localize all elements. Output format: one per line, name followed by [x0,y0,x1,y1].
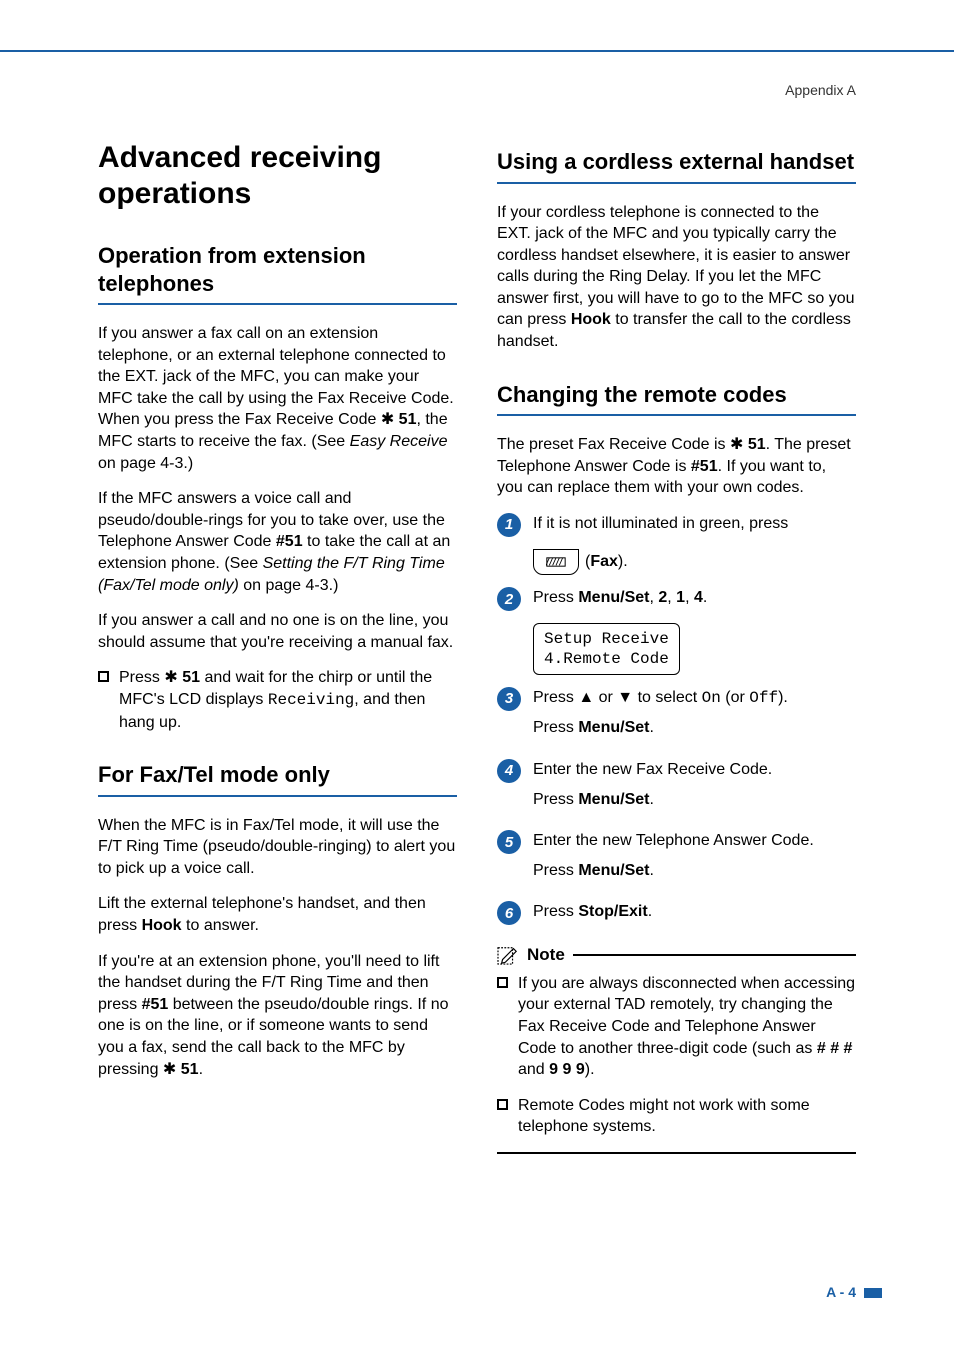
step-body: Press Stop/Exit. [533,901,856,931]
note-item: Remote Codes might not work with some te… [497,1095,856,1138]
step-number-icon: 5 [497,830,521,854]
left-column: Advanced receiving operations Operation … [98,140,457,1154]
note-pencil-icon [497,945,519,965]
note-divider [497,1152,856,1154]
step-2: 2 Press Menu/Set, 2, 1, 4. Setup Receive… [497,587,856,675]
paragraph: If you're at an extension phone, you'll … [98,951,457,1081]
fax-key-illustration: (Fax). [533,549,628,575]
step-body: Press Menu/Set, 2, 1, 4. Setup Receive 4… [533,587,856,675]
section-changing-remote-codes: Changing the remote codes [497,381,856,417]
step-4: 4 Enter the new Fax Receive Code. Press … [497,759,856,818]
step-number-icon: 1 [497,513,521,537]
note-divider [573,954,856,956]
paragraph: If you answer a call and no one is on th… [98,610,457,653]
square-bullet-icon [497,1099,508,1110]
paragraph: If you answer a fax call on an extension… [98,323,457,474]
paragraph: The preset Fax Receive Code is ✱ 51. The… [497,434,856,499]
star-icon: ✱ [381,411,399,428]
note-text: Remote Codes might not work with some te… [518,1095,856,1138]
step-body: Enter the new Telephone Answer Code. Pre… [533,830,856,889]
step-body: Enter the new Fax Receive Code. Press Me… [533,759,856,818]
star-icon: ✱ [730,436,748,453]
page-number: A - 4 [826,1284,856,1300]
note-item: If you are always disconnected when acce… [497,973,856,1081]
step-number-icon: 2 [497,587,521,611]
step-1: 1 If it is not illuminated in green, pre… [497,513,856,575]
top-divider [0,50,954,52]
square-bullet-icon [497,977,508,988]
paragraph: Lift the external telephone's handset, a… [98,893,457,936]
bullet-item: Press ✱ 51 and wait for the chirp or unt… [98,667,457,733]
note-header: Note [497,945,856,965]
page-tab-icon [864,1288,882,1298]
section-cordless-handset: Using a cordless external handset [497,148,856,184]
step-number-icon: 4 [497,759,521,783]
page-content: Advanced receiving operations Operation … [98,140,856,1154]
star-icon: ✱ [164,669,182,686]
section-operation-extension: Operation from extension telephones [98,242,457,305]
note-text: If you are always disconnected when acce… [518,973,856,1081]
step-5: 5 Enter the new Telephone Answer Code. P… [497,830,856,889]
paragraph: If the MFC answers a voice call and pseu… [98,488,457,596]
step-body: Press ▲ or ▼ to select On (or Off). Pres… [533,687,856,747]
paragraph: If your cordless telephone is connected … [497,202,856,353]
square-bullet-icon [98,671,109,682]
step-3: 3 Press ▲ or ▼ to select On (or Off). Pr… [497,687,856,747]
step-number-icon: 3 [497,687,521,711]
paragraph: When the MFC is in Fax/Tel mode, it will… [98,815,457,880]
note-label: Note [527,945,565,965]
lcd-display: Setup Receive 4.Remote Code [533,623,680,675]
bullet-text: Press ✱ 51 and wait for the chirp or unt… [119,667,457,733]
header-appendix-label: Appendix A [785,82,856,98]
main-heading: Advanced receiving operations [98,140,457,212]
section-fax-tel-mode: For Fax/Tel mode only [98,761,457,797]
step-6: 6 Press Stop/Exit. [497,901,856,931]
step-number-icon: 6 [497,901,521,925]
right-column: Using a cordless external handset If you… [497,140,856,1154]
star-icon: ✱ [163,1061,181,1078]
note-block: Note If you are always disconnected when… [497,945,856,1154]
fax-key-icon [533,549,579,575]
step-body: If it is not illuminated in green, press… [533,513,856,575]
